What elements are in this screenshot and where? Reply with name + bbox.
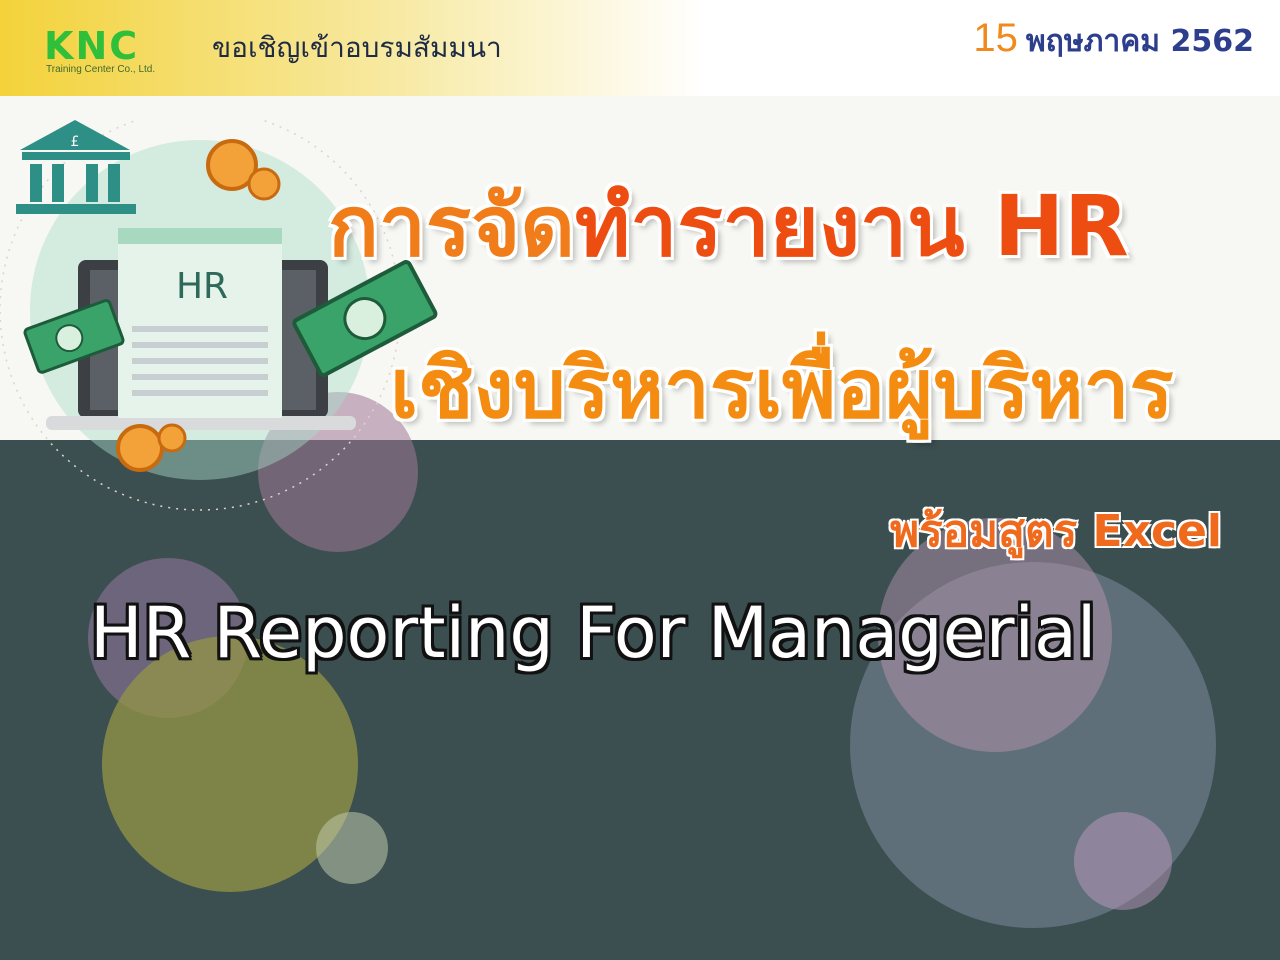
top-header-bar: KNC Training Center Co., Ltd. ขอเชิญเข้า… <box>0 0 1280 96</box>
english-title: HR Reporting For Managerial <box>90 592 1097 674</box>
logo-text: KNC <box>44 24 140 68</box>
event-date: 15 พฤษภาคม 2562 <box>973 16 1254 65</box>
title-line-1-part-1: การจัด <box>328 177 575 275</box>
title-line-1: การจัดทำรายงาน HR <box>328 176 1129 276</box>
decor-bubble <box>316 812 388 884</box>
title-line-2: เชิงบริหารเพื่อผู้บริหาร <box>390 342 1174 437</box>
coin-symbol: £ <box>71 134 80 150</box>
date-month-year: พฤษภาคม 2562 <box>1025 24 1254 59</box>
logo-subtitle: Training Center Co., Ltd. <box>46 64 156 75</box>
company-logo: KNC Training Center Co., Ltd. <box>44 26 182 78</box>
title-line-1-part-2: ทำรายงาน HR <box>574 177 1129 275</box>
document-icon: HR <box>118 228 282 418</box>
invite-text: ขอเชิญเข้าอบรมสัมมนา <box>212 31 502 64</box>
date-day: 15 <box>973 16 1018 60</box>
document-hr-label: HR <box>176 266 228 307</box>
decor-bubble <box>1074 812 1172 910</box>
title-line-3: พร้อมสูตร Excel <box>890 506 1222 557</box>
